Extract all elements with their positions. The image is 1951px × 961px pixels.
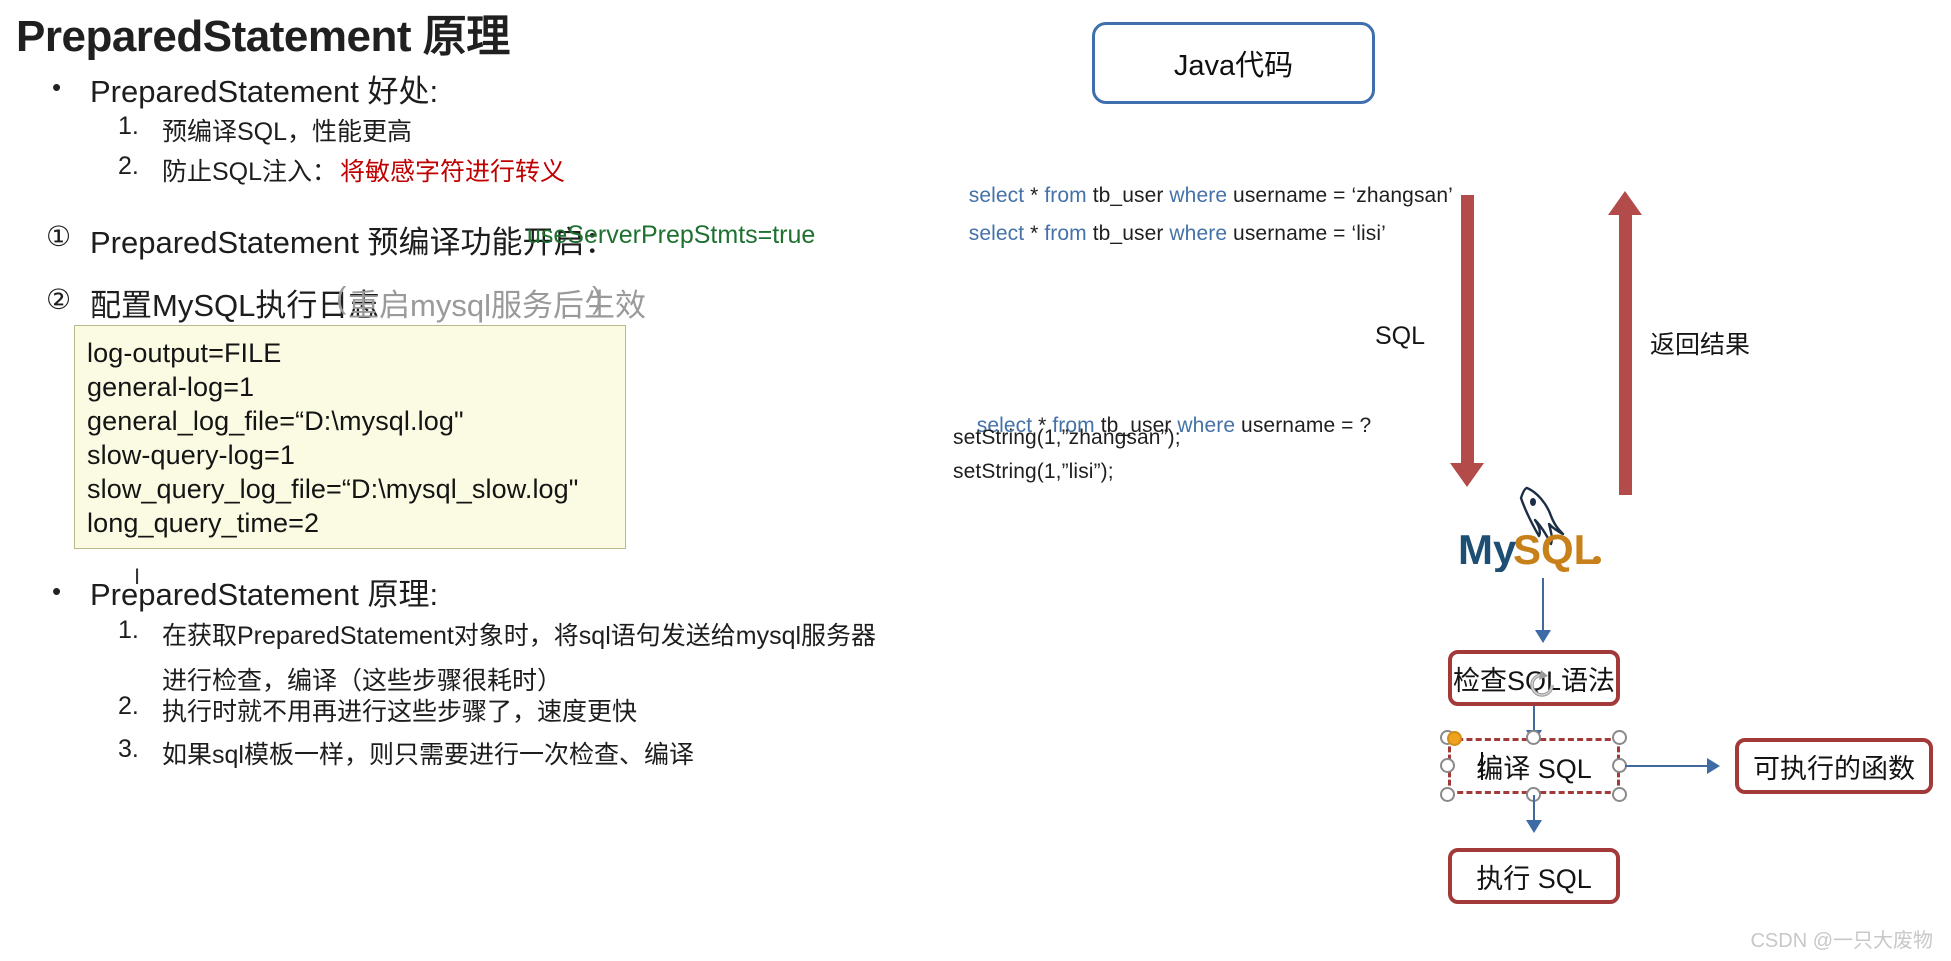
principle-2-marker: 2.: [118, 692, 139, 720]
step-1-marker: ①: [46, 221, 72, 252]
step-2-note-open: (: [336, 280, 347, 315]
sql-statement-2: select * from tb_user where username = ‘…: [945, 198, 1386, 270]
config-line-6: long_query_time=2: [87, 508, 320, 538]
connector-compile-to-function-shaft: [1625, 765, 1707, 767]
sql-down-arrow-label: SQL: [1375, 322, 1426, 350]
connector-compile-to-execute-shaft: [1533, 795, 1535, 821]
connector-mysql-to-check-shaft: [1542, 578, 1544, 630]
text-ibeam-cursor: I: [134, 564, 141, 589]
selection-handle-middle-left[interactable]: [1440, 758, 1455, 773]
selection-handle-bottom-left[interactable]: [1440, 787, 1455, 802]
sql-text: *: [1024, 222, 1045, 245]
svg-text:My: My: [1458, 526, 1517, 572]
execute-sql-label: 执行 SQL: [1476, 863, 1592, 894]
sql-keyword-where: where: [1169, 222, 1228, 245]
step-2-marker: ②: [46, 284, 72, 315]
selection-handle-top-right[interactable]: [1612, 730, 1627, 745]
result-up-arrow-label: 返回结果: [1650, 331, 1751, 359]
sql-keyword-select: select: [968, 222, 1025, 245]
csdn-watermark: CSDN @一只大废物: [1750, 930, 1933, 952]
step-2-note-close: ): [592, 280, 603, 315]
step-1-value: useServerPrepStmts=true: [527, 221, 816, 249]
config-line-2: general-log=1: [87, 372, 255, 402]
sql-down-arrow-shaft: [1461, 195, 1474, 463]
executable-function-label: 可执行的函数: [1753, 753, 1915, 784]
selection-rotate-handle[interactable]: [1447, 731, 1462, 746]
connector-mysql-to-check-head: [1535, 630, 1551, 643]
principle-3-line1: 如果sql模板一样，则只需要进行一次检查、编译: [162, 741, 694, 769]
principle-2-line1: 执行时就不用再进行这些步骤了，速度更快: [162, 698, 638, 726]
config-line-3: general_log_file=“D:\mysql.log": [87, 406, 464, 436]
java-code-box-label: Java代码: [1173, 50, 1294, 82]
principle-3-marker: 3.: [118, 735, 139, 763]
setstring-call-1: setString(1,”zhangsan”);: [953, 426, 1181, 449]
result-up-arrow-head: [1608, 191, 1642, 215]
mysql-logo: My SQL: [1458, 486, 1601, 572]
selection-handle-bottom-right[interactable]: [1612, 787, 1627, 802]
benefits-heading: PreparedStatement 好处:: [90, 74, 439, 109]
principle-1-line1: 在获取PreparedStatement对象时，将sql语句发送给mysql服务…: [162, 622, 877, 650]
mysql-config-box: log-output=FILE general-log=1 general_lo…: [74, 325, 626, 549]
connector-compile-to-execute-head: [1526, 820, 1542, 833]
selection-handle-top-center[interactable]: [1526, 730, 1541, 745]
benefit-1-marker: 1.: [118, 112, 139, 140]
svg-text:SQL: SQL: [1513, 526, 1599, 572]
result-up-arrow-shaft: [1619, 215, 1632, 495]
compile-sql-label: 编译 SQL: [1476, 753, 1592, 784]
sql-condition: username = ?: [1235, 414, 1372, 437]
sql-table: tb_user: [1086, 222, 1170, 245]
connector-check-to-compile-shaft: [1533, 706, 1535, 732]
sql-condition: username = ‘lisi’: [1227, 222, 1386, 245]
config-line-4: slow-query-log=1: [87, 440, 295, 470]
java-code-box[interactable]: Java代码: [1092, 22, 1375, 104]
page-title: PreparedStatement 原理: [16, 12, 510, 61]
executable-function-box[interactable]: 可执行的函数: [1735, 738, 1933, 794]
config-line-5: slow_query_log_file=“D:\mysql_slow.log": [87, 474, 579, 504]
bullet-dot-principle: •: [52, 576, 62, 606]
sql-keyword-where: where: [1177, 414, 1236, 437]
principle-1-marker: 1.: [118, 616, 139, 644]
setstring-call-2: setString(1,”lisi”);: [953, 460, 1114, 483]
connector-compile-to-function-head: [1707, 758, 1720, 774]
benefit-2-text: 防止SQL注入：: [162, 158, 338, 186]
compile-sql-text-caret: [1481, 752, 1483, 780]
principle-heading: PreparedStatement 原理:: [90, 577, 439, 612]
execute-sql-box[interactable]: 执行 SQL: [1448, 848, 1620, 904]
sql-keyword-from: from: [1044, 222, 1087, 245]
benefit-2-text-highlight: 将敏感字符进行转义: [340, 158, 566, 186]
benefit-1-text: 预编译SQL，性能更高: [162, 118, 413, 146]
benefit-2-marker: 2.: [118, 152, 139, 180]
bullet-dot-benefits: •: [52, 72, 62, 102]
slide-canvas: PreparedStatement 原理 • PreparedStatement…: [0, 0, 1951, 961]
rotate-cursor-icon: [1530, 670, 1554, 697]
config-line-1: log-output=FILE: [87, 338, 282, 368]
compile-sql-box[interactable]: 编译 SQL: [1448, 738, 1620, 794]
